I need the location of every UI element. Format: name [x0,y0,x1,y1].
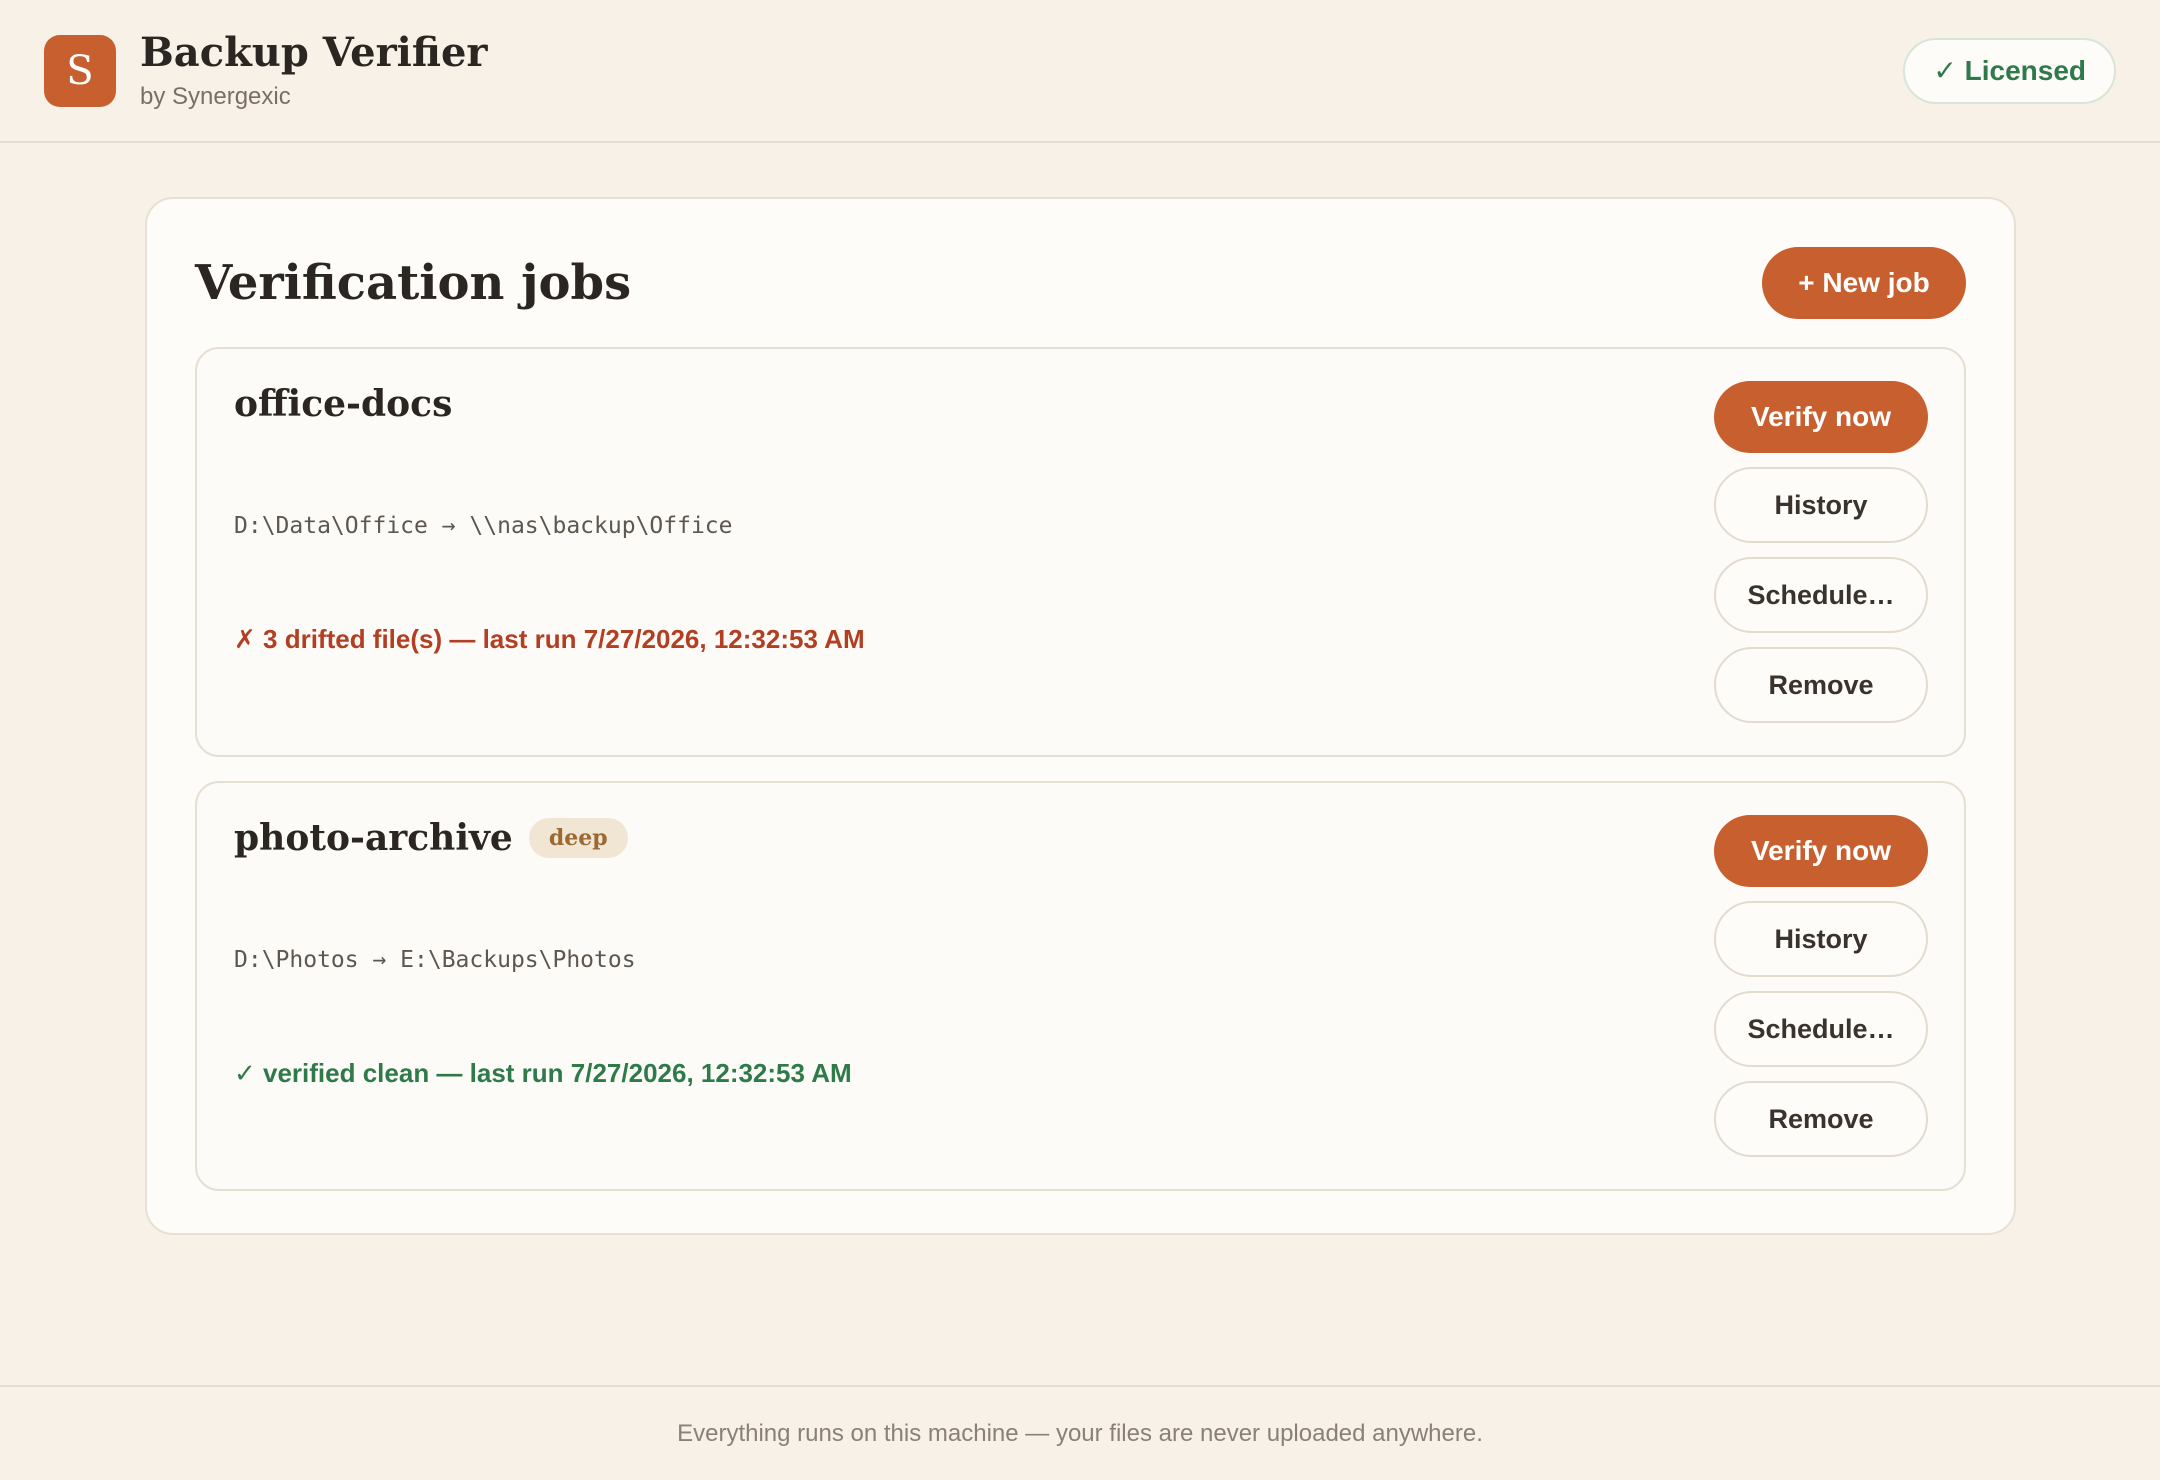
footer-privacy-note: Everything runs on this machine — your f… [677,1419,1483,1447]
job-name: office-docs [234,383,453,425]
job-mode-tag: deep [528,818,628,858]
page-title: Verification jobs [195,255,632,311]
job-actions: Verify now History Schedule… Remove [1714,815,1928,1157]
job-title-row: photo-archive deep [234,817,628,859]
history-button[interactable]: History [1714,901,1928,977]
job-card-office-docs: office-docs D:\Data\Office → \\nas\backu… [195,347,1966,757]
app-window: S Backup Verifier by Synergexic ✓ Licens… [0,0,2160,1480]
schedule-button[interactable]: Schedule… [1714,557,1928,633]
license-status-badge[interactable]: ✓ Licensed [1903,37,2116,104]
job-actions: Verify now History Schedule… Remove [1714,381,1928,723]
job-status-ok: ✓ verified clean — last run 7/27/2026, 1… [234,1058,852,1088]
history-button[interactable]: History [1714,467,1928,543]
logo-letter: S [66,47,94,94]
footer: Everything runs on this machine — your f… [0,1385,2160,1480]
job-title-row: office-docs [234,383,452,425]
job-path: D:\Photos → E:\Backups\Photos [234,947,636,973]
app-logo: S [44,34,116,107]
job-status-error: ✗ 3 drifted file(s) — last run 7/27/2026… [234,624,865,654]
remove-button[interactable]: Remove [1714,1081,1928,1157]
jobs-card: Verification jobs + New job office-docs … [145,197,2016,1235]
app-header: S Backup Verifier by Synergexic ✓ Licens… [0,0,2160,143]
app-subtitle: by Synergexic [140,82,291,110]
job-card-photo-archive: photo-archive deep D:\Photos → E:\Backup… [195,781,1966,1191]
remove-button[interactable]: Remove [1714,647,1928,723]
schedule-button[interactable]: Schedule… [1714,991,1928,1067]
app-title: Backup Verifier [140,28,488,76]
verify-now-button[interactable]: Verify now [1714,381,1928,453]
brand: Backup Verifier by Synergexic [140,28,488,111]
new-job-button[interactable]: + New job [1762,247,1966,319]
verify-now-button[interactable]: Verify now [1714,815,1928,887]
job-path: D:\Data\Office → \\nas\backup\Office [234,513,733,539]
jobs-card-header: Verification jobs + New job [195,247,1966,319]
job-name: photo-archive [234,817,513,859]
